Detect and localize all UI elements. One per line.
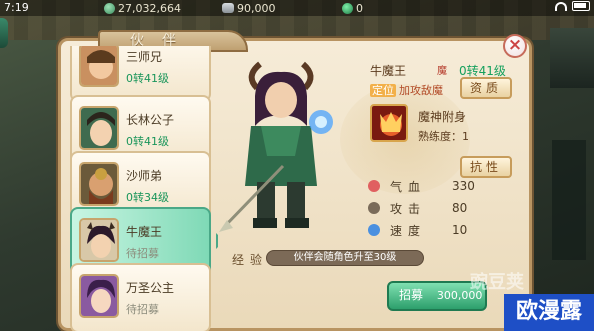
partner-avatar	[79, 218, 119, 262]
silver-ingot-icon	[222, 3, 234, 13]
stat-value: 80	[452, 201, 468, 215]
partner-avatar	[79, 162, 119, 206]
stat-row-hp: 气血 330	[368, 176, 518, 196]
partner-detail-name: 牛魔王	[370, 64, 407, 78]
wifi-icon	[555, 1, 567, 11]
close-button[interactable]: ×	[503, 34, 527, 58]
stat-value: 330	[452, 179, 475, 193]
role-text: 加攻敌魔	[399, 84, 443, 97]
partner-name: 长林公子	[126, 113, 175, 127]
silver-counter: 90,000	[222, 0, 276, 16]
game-screen: 7:19 27,032,664 90,000 0 伙伴 × 三师兄 0转41级	[0, 0, 594, 331]
stat-label: 气血	[390, 179, 427, 194]
partner-name: 三师兄	[126, 50, 163, 64]
gold-value: 27,032,664	[118, 1, 181, 15]
jade-counter: 0	[342, 0, 363, 16]
exp-label: 经验	[232, 253, 269, 267]
partner-level: 0转41级	[126, 135, 169, 148]
character-art-icon	[219, 61, 333, 232]
partner-portrait-icon	[81, 164, 117, 204]
partner-portrait-icon	[81, 108, 117, 148]
stat-label: 攻击	[390, 201, 427, 216]
stat-value: 10	[452, 223, 468, 237]
silver-value: 90,000	[237, 1, 276, 15]
right-edge-background-lower	[552, 140, 586, 260]
partner-card[interactable]: 万圣公主 待招募	[70, 263, 211, 331]
left-edge-ornament	[0, 18, 8, 48]
heart-icon	[368, 180, 380, 192]
jade-icon	[342, 2, 353, 14]
exp-text: 伙伴会随角色升至30级	[293, 252, 397, 263]
demon-skill-icon	[372, 106, 406, 140]
partner-status: 待招募	[126, 303, 159, 316]
partner-portrait-icon	[81, 276, 117, 316]
skill-proficiency: 熟练度：1	[418, 130, 469, 143]
partner-list[interactable]: 三师兄 0转41级 长林公子 0转41级 沙师弟 0转34级 牛魔王 待招募 万…	[66, 46, 218, 331]
skill-icon[interactable]	[370, 104, 408, 142]
watermark-box: 欧漫露	[504, 294, 594, 331]
partner-portrait-icon	[81, 46, 117, 85]
status-time: 7:19	[4, 1, 29, 14]
role-tag: 定位	[370, 84, 396, 97]
partner-name: 沙师弟	[126, 169, 163, 183]
right-edge-background	[550, 28, 594, 88]
partner-avatar	[79, 274, 119, 318]
partner-role: 定位 加攻敌魔	[370, 82, 443, 98]
exp-bar: 伙伴会随角色升至30级	[266, 250, 424, 266]
aptitude-button[interactable]: 资质	[460, 77, 512, 99]
jade-value: 0	[356, 1, 363, 15]
watermark-logo: 豌豆荚	[470, 272, 524, 293]
stat-row-attack: 攻击 80	[368, 198, 518, 218]
status-bar: 7:19 27,032,664 90,000 0	[0, 0, 594, 16]
sword-icon	[368, 202, 380, 214]
gold-counter: 27,032,664	[104, 0, 181, 16]
demon-type-icon: 魔	[437, 66, 447, 77]
partner-status: 待招募	[126, 247, 159, 260]
gold-coin-icon	[104, 2, 115, 14]
recruit-label: 招募	[399, 288, 424, 302]
battery-icon	[572, 1, 590, 11]
partner-portrait-icon	[81, 220, 117, 260]
partner-name: 万圣公主	[126, 281, 175, 295]
stat-label: 速度	[390, 223, 427, 238]
partner-card[interactable]: 三师兄 0转41级	[70, 46, 211, 102]
speed-icon	[368, 224, 380, 236]
partner-name: 牛魔王	[126, 225, 163, 239]
partner-level: 0转34级	[126, 191, 169, 204]
partner-avatar	[79, 106, 119, 150]
system-indicators	[555, 1, 590, 11]
partner-avatar	[79, 46, 119, 87]
stat-row-speed: 速度 10	[368, 220, 518, 240]
character-figure	[205, 56, 355, 246]
skill-name: 魔神附身	[418, 110, 467, 124]
partner-level: 0转41级	[126, 72, 169, 85]
resist-button[interactable]: 抗性	[460, 156, 512, 178]
